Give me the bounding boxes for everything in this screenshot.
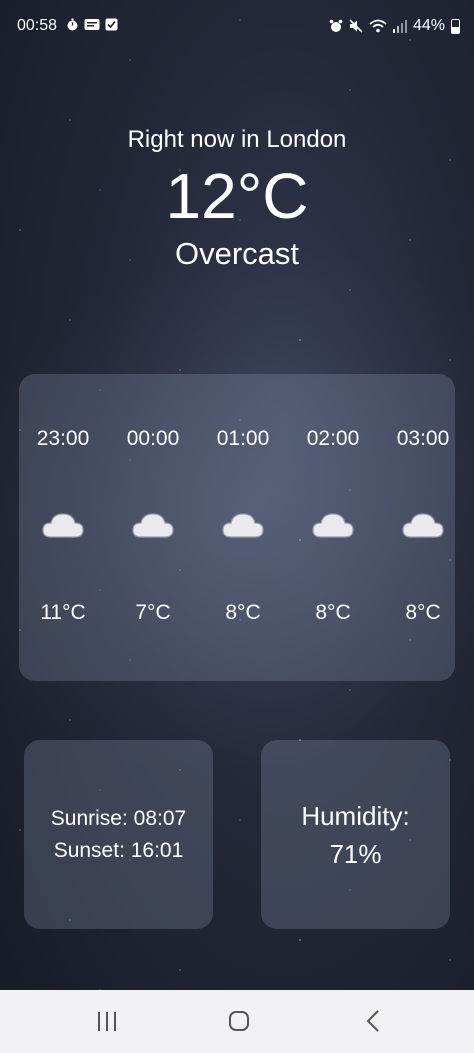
hourly-time: 02:00 bbox=[306, 427, 360, 450]
home-icon bbox=[229, 1011, 249, 1031]
timer-icon bbox=[67, 18, 78, 31]
current-weather: Right now in London 12°C Overcast bbox=[0, 120, 474, 272]
humidity-label: Humidity: bbox=[301, 800, 410, 831]
cloud-icon bbox=[312, 513, 354, 538]
status-time: 00:58 bbox=[17, 17, 58, 34]
hourly-forecast-card[interactable]: 23:00 11°C 00:00 7°C 01:00 8°C 02:00 8°C… bbox=[19, 374, 455, 681]
back-button[interactable] bbox=[332, 990, 412, 1053]
status-bar: 00:58 44% bbox=[0, 0, 474, 56]
hourly-temperature: 8°C bbox=[225, 601, 261, 624]
hourly-temperature: 8°C bbox=[405, 601, 441, 624]
status-left-icons bbox=[66, 18, 118, 31]
recent-apps-icon bbox=[98, 1012, 116, 1031]
alarm-icon bbox=[329, 19, 343, 32]
hourly-temperature: 11°C bbox=[40, 601, 86, 624]
hourly-time: 23:00 bbox=[36, 427, 90, 450]
location-heading: Right now in London bbox=[127, 126, 347, 153]
status-right-icons: 44% bbox=[329, 17, 460, 35]
home-button[interactable] bbox=[199, 990, 279, 1053]
cloud-icon bbox=[132, 513, 174, 538]
sun-times-card: Sunrise: 08:07 Sunset: 16:01 bbox=[24, 740, 213, 929]
recent-apps-button[interactable] bbox=[67, 990, 147, 1053]
battery-percentage: 44% bbox=[412, 17, 445, 34]
navigation-bar bbox=[0, 990, 474, 1053]
current-temperature: 12°C bbox=[165, 160, 309, 232]
current-condition: Overcast bbox=[174, 236, 300, 271]
hourly-temperature: 8°C bbox=[315, 601, 351, 624]
back-icon bbox=[366, 1010, 379, 1032]
cloud-icon bbox=[222, 513, 264, 538]
cloud-icon bbox=[42, 513, 84, 538]
hourly-time: 01:00 bbox=[216, 427, 270, 450]
wifi-icon bbox=[369, 19, 387, 33]
humidity-card: Humidity: 71% bbox=[261, 740, 450, 929]
hourly-time: 00:00 bbox=[126, 427, 180, 450]
mute-icon bbox=[349, 19, 363, 33]
hourly-time: 03:00 bbox=[396, 427, 450, 450]
cloud-icon bbox=[402, 513, 444, 538]
humidity-value: 71% bbox=[329, 838, 382, 869]
hourly-temperature: 7°C bbox=[135, 601, 171, 624]
checkbox-icon bbox=[105, 18, 118, 31]
notification-icon bbox=[84, 19, 100, 30]
sunset-text: Sunset: 16:01 bbox=[53, 838, 184, 862]
signal-icon bbox=[392, 19, 407, 33]
battery-icon bbox=[451, 18, 460, 34]
sunrise-text: Sunrise: 08:07 bbox=[50, 806, 187, 830]
